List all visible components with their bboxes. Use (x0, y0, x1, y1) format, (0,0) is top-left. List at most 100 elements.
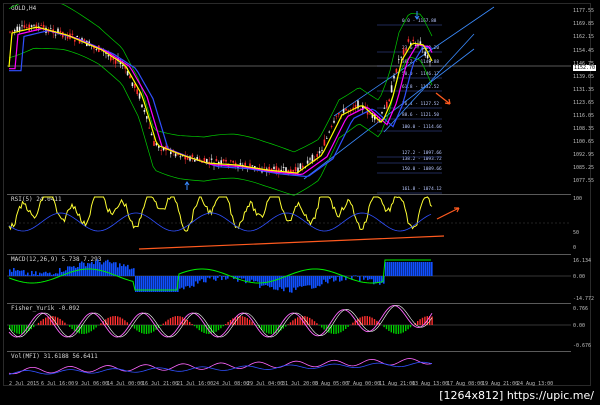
macd-histogram-bar (89, 263, 91, 276)
macd-histogram-bar (337, 276, 339, 277)
macd-histogram-bar (421, 262, 423, 276)
fisher-histogram-bar (373, 319, 376, 325)
candle-body (9, 31, 11, 33)
fisher-histogram-bar (289, 322, 292, 325)
candle-body (225, 159, 227, 162)
candle-body (429, 61, 431, 63)
fisher-histogram-bar (191, 324, 193, 325)
fisher-histogram-bar (342, 325, 344, 331)
macd-histogram-bar (93, 264, 95, 276)
macd-histogram-bar (323, 276, 325, 280)
fisher-histogram-bar (153, 325, 155, 332)
chart-window[interactable]: GOLD,H4 1177.55 1169.85 1162.15 1154.45 … (3, 3, 597, 387)
candle-body (21, 25, 23, 27)
fisher-histogram-bar (121, 318, 124, 325)
macd-histogram-bar (293, 276, 295, 288)
fisher-histogram-bar (217, 325, 220, 331)
candle-body (251, 165, 254, 167)
ma-mid-line (9, 28, 433, 176)
fisher-histogram-bar (393, 325, 395, 334)
chart-canvas[interactable] (4, 4, 590, 385)
fisher-histogram-bar (323, 325, 325, 330)
candle-body (112, 58, 114, 60)
macd-histogram-bar (123, 264, 125, 276)
macd-histogram-bar (403, 262, 405, 276)
fisher-histogram-bar (222, 325, 224, 327)
macd-histogram-bar (57, 273, 59, 276)
macd-histogram-bar (77, 266, 79, 276)
fisher-histogram-bar (321, 325, 323, 328)
fisher-histogram-bar (11, 325, 13, 332)
macd-histogram-bar (17, 270, 19, 276)
candle-body (107, 55, 110, 57)
fisher-histogram-bar (73, 325, 76, 331)
candle-body (134, 84, 136, 88)
fisher-histogram-bar (405, 325, 407, 332)
macd-histogram-bar (369, 276, 371, 280)
fisher-histogram-bar (61, 320, 64, 325)
fisher-histogram-bar (407, 325, 409, 330)
macd-histogram-bar (325, 276, 327, 282)
macd-histogram-bar (11, 271, 13, 276)
candle-body (338, 113, 340, 115)
macd-histogram-bar (327, 276, 329, 284)
macd-histogram-bar (399, 262, 401, 276)
macd-histogram-bar (401, 262, 403, 276)
candle-body (407, 39, 410, 42)
fisher-histogram-bar (172, 316, 174, 325)
macd-histogram-bar (127, 264, 129, 276)
macd-histogram-bar (9, 269, 11, 276)
macd-histogram-bar (267, 276, 269, 286)
macd-histogram-bar (117, 267, 119, 276)
fisher-histogram-bar (90, 325, 92, 332)
macd-histogram-bar (211, 276, 213, 277)
macd-histogram-bar (43, 272, 45, 276)
candle-body (292, 169, 294, 172)
fisher-histogram-bar (364, 316, 366, 325)
fisher-histogram-bar (400, 325, 402, 334)
candle-body (369, 113, 371, 115)
fisher-histogram-bar (189, 321, 191, 325)
macd-histogram-bar (37, 275, 39, 276)
fisher-histogram-bar (273, 325, 275, 334)
macd-histogram-bar (297, 276, 299, 288)
macd-histogram-bar (121, 266, 123, 276)
macd-histogram-bar (47, 273, 49, 276)
candle-body (71, 33, 74, 35)
macd-histogram-bar (389, 262, 391, 276)
fisher-histogram-bar (124, 320, 126, 325)
vol-signal-line (8, 361, 433, 375)
macd-histogram-bar (239, 276, 241, 278)
channel-lower-line (303, 48, 475, 180)
fisher-histogram-bar (215, 325, 217, 332)
candle-body (143, 110, 146, 112)
fisher-histogram-bar (333, 325, 335, 334)
fisher-histogram-bar (42, 319, 44, 325)
ma-slow-line (9, 30, 433, 178)
candle-body (141, 104, 143, 108)
candle-body (342, 108, 345, 113)
macd-histogram-bar (195, 276, 197, 282)
fisher-histogram-bar (133, 325, 136, 329)
macd-histogram-bar (285, 276, 287, 288)
fisher-histogram-bar (93, 325, 95, 330)
macd-histogram-bar (265, 276, 267, 286)
fisher-histogram-bar (390, 325, 392, 333)
fisher-histogram-bar (366, 316, 368, 325)
macd-histogram-bar (287, 276, 289, 288)
macd-histogram-bar (425, 262, 427, 276)
fisher-histogram-bar (388, 325, 390, 331)
macd-histogram-bar (23, 270, 25, 276)
candle-body (78, 40, 81, 44)
macd-histogram-bar (119, 263, 121, 276)
macd-histogram-bar (201, 276, 203, 280)
fisher-histogram-bar (249, 319, 251, 325)
candle-body (239, 163, 242, 165)
macd-histogram-bar (367, 276, 369, 281)
fisher-histogram-bar (95, 325, 97, 328)
fisher-histogram-bar (100, 323, 102, 325)
candle-body (194, 159, 196, 162)
macd-histogram-bar (29, 275, 31, 276)
fisher-histogram-bar (371, 317, 373, 325)
fisher-histogram-bar (141, 325, 143, 334)
